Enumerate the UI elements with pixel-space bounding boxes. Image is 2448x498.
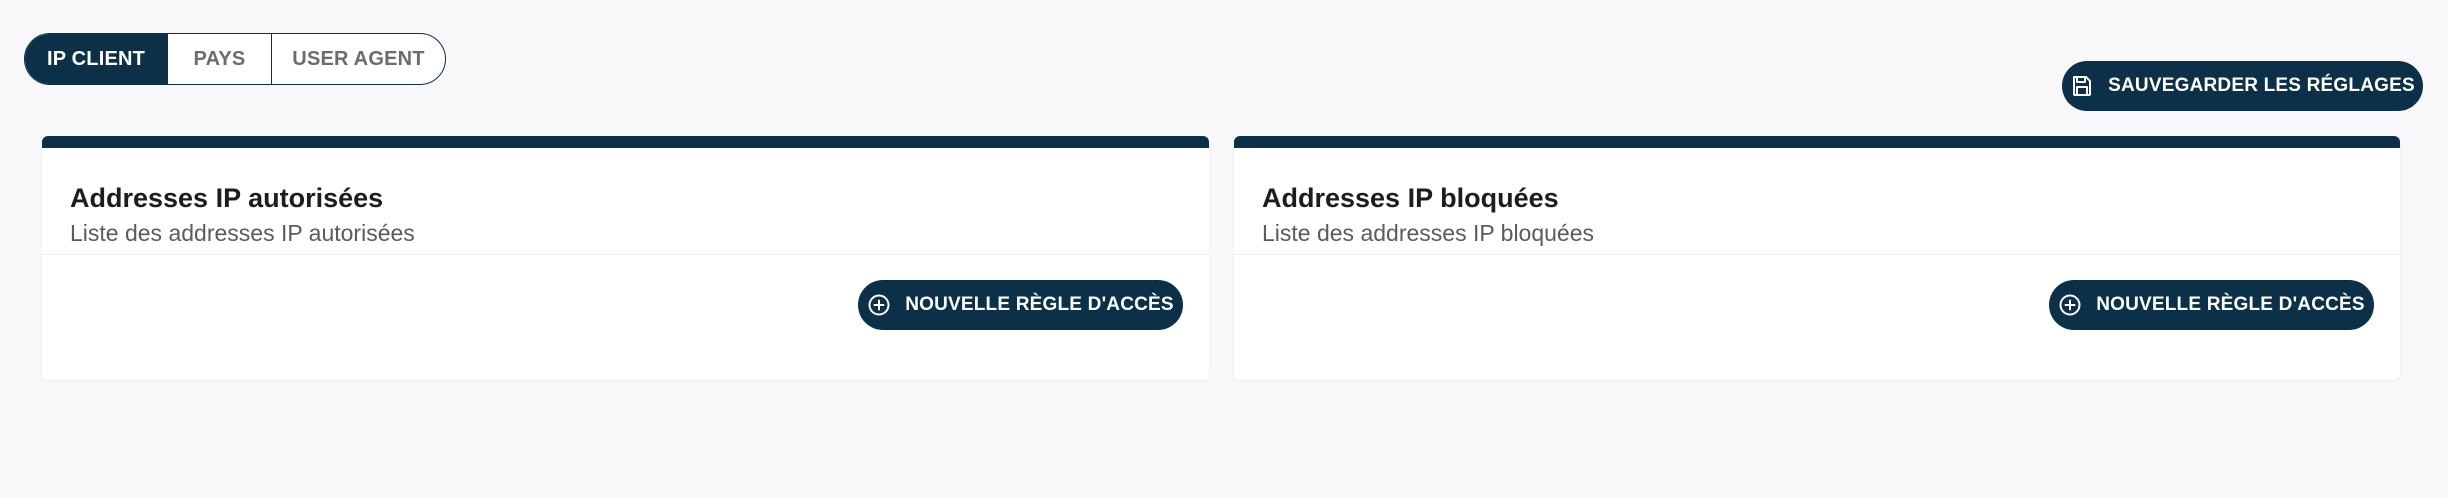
allowed-ips-card: Addresses IP autorisées Liste des addres… (42, 136, 1209, 380)
new-access-rule-button[interactable]: NOUVELLE RÈGLE D'ACCÈS (2049, 280, 2374, 330)
card-title: Addresses IP autorisées (70, 183, 384, 213)
filter-tabs: IP CLIENT PAYS USER AGENT (24, 33, 446, 85)
card-header: Addresses IP autorisées Liste des addres… (42, 148, 1209, 255)
blocked-ips-card: Addresses IP bloquées Liste des addresse… (1234, 136, 2400, 380)
save-settings-button[interactable]: SAUVEGARDER LES RÉGLAGES (2062, 61, 2423, 111)
tab-user-agent[interactable]: USER AGENT (272, 34, 445, 84)
card-header: Addresses IP bloquées Liste des addresse… (1234, 148, 2400, 255)
new-access-rule-label: NOUVELLE RÈGLE D'ACCÈS (2096, 294, 2365, 315)
plus-circle-icon (867, 293, 891, 317)
card-title: Addresses IP bloquées (1262, 183, 1559, 213)
card-subtitle: Liste des addresses IP autorisées (70, 219, 415, 246)
card-subtitle: Liste des addresses IP bloquées (1262, 219, 1595, 246)
card-body: NOUVELLE RÈGLE D'ACCÈS (1234, 255, 2400, 380)
tab-ip-client[interactable]: IP CLIENT (25, 34, 168, 84)
new-access-rule-button[interactable]: NOUVELLE RÈGLE D'ACCÈS (858, 280, 1183, 330)
plus-circle-icon (2058, 293, 2082, 317)
floppy-disk-icon (2070, 74, 2094, 98)
new-access-rule-label: NOUVELLE RÈGLE D'ACCÈS (905, 294, 1174, 315)
card-accent-bar (42, 136, 1209, 148)
card-accent-bar (1234, 136, 2400, 148)
save-settings-label: SAUVEGARDER LES RÉGLAGES (2108, 75, 2415, 96)
card-body: NOUVELLE RÈGLE D'ACCÈS (42, 255, 1209, 380)
tab-pays[interactable]: PAYS (168, 34, 272, 84)
